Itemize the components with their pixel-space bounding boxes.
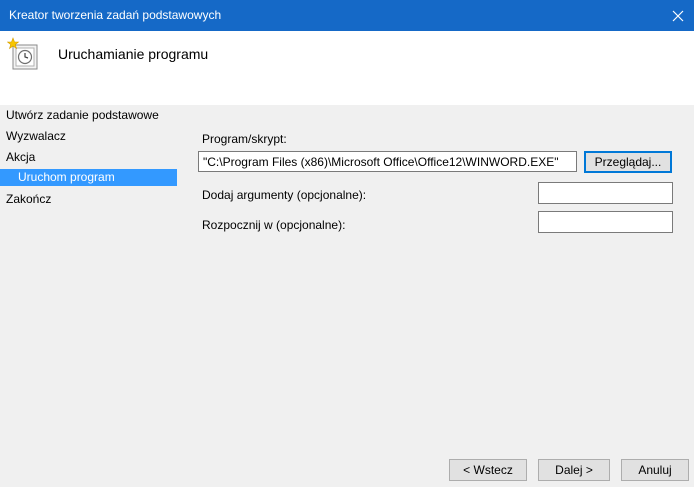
title-bar: Kreator tworzenia zadań podstawowych (0, 0, 694, 31)
cancel-button[interactable]: Anuluj (621, 459, 689, 481)
arguments-input[interactable] (538, 182, 673, 204)
step-start-program-label: Uruchom program (18, 170, 115, 184)
close-icon (672, 10, 684, 21)
start-in-input[interactable] (538, 211, 673, 233)
step-finish[interactable]: Zakończ (6, 192, 51, 206)
window-title: Kreator tworzenia zadań podstawowych (9, 8, 222, 22)
start-in-label: Rozpocznij w (opcjonalne): (202, 218, 346, 232)
wizard-header: Uruchamianie programu (0, 31, 694, 105)
browse-button[interactable]: Przeglądaj... (584, 151, 672, 173)
next-button[interactable]: Dalej > (538, 459, 610, 481)
close-button[interactable] (662, 0, 694, 31)
program-script-label: Program/skrypt: (202, 132, 287, 146)
step-start-program[interactable]: Uruchom program (0, 169, 177, 186)
step-trigger[interactable]: Wyzwalacz (6, 129, 66, 143)
step-create-basic-task[interactable]: Utwórz zadanie podstawowe (6, 108, 159, 122)
scheduled-task-icon (6, 37, 41, 71)
back-button[interactable]: < Wstecz (449, 459, 527, 481)
page-title: Uruchamianie programu (58, 46, 209, 62)
arguments-label: Dodaj argumenty (opcjonalne): (202, 188, 367, 202)
step-action[interactable]: Akcja (6, 150, 35, 164)
program-script-input[interactable]: "C:\Program Files (x86)\Microsoft Office… (198, 151, 577, 172)
